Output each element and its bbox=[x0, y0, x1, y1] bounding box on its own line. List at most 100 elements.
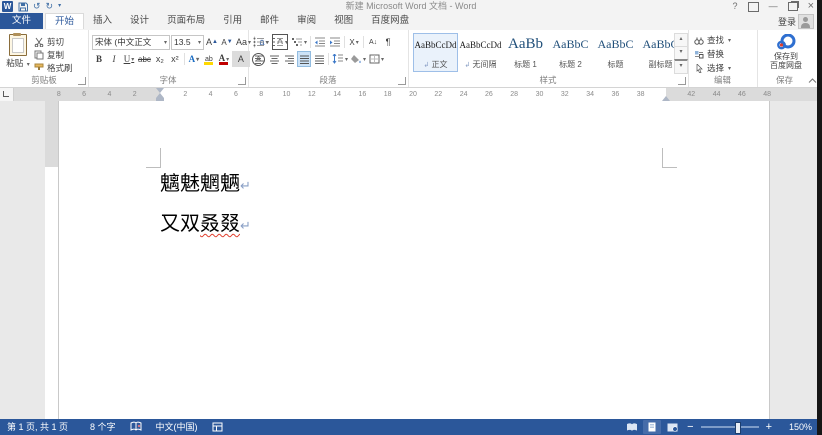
italic-button[interactable]: I bbox=[107, 51, 121, 67]
print-layout-view-icon[interactable] bbox=[643, 420, 661, 434]
word-count-status[interactable]: 8 个字 bbox=[83, 419, 123, 435]
decrease-indent-button[interactable] bbox=[313, 34, 327, 50]
asian-layout-button[interactable]: X▾ bbox=[347, 34, 361, 50]
text-effects-button[interactable]: A▾ bbox=[187, 51, 201, 67]
undo-icon[interactable]: ↺ bbox=[33, 0, 41, 13]
styles-scroll-down-icon[interactable]: ▾ bbox=[674, 46, 688, 60]
font-color-button[interactable]: A▾ bbox=[217, 52, 231, 66]
zoom-slider-thumb[interactable] bbox=[735, 422, 741, 434]
tab-page-layout[interactable]: 页面布局 bbox=[158, 13, 214, 29]
numbering-button[interactable]: ▾ bbox=[271, 34, 289, 50]
ruler-number: 48 bbox=[763, 88, 771, 101]
align-right-button[interactable] bbox=[282, 51, 296, 67]
style-heading1[interactable]: AaBb 标题 1 bbox=[503, 33, 548, 72]
tab-mailings[interactable]: 邮件 bbox=[251, 13, 288, 29]
styles-dialog-launcher[interactable] bbox=[678, 77, 686, 85]
clipboard-dialog-launcher[interactable] bbox=[78, 77, 86, 85]
superscript-button[interactable]: x² bbox=[168, 51, 182, 67]
align-left-button[interactable] bbox=[252, 51, 266, 67]
styles-gallery-more-icon[interactable]: ▾ bbox=[674, 59, 688, 74]
copy-label: 复制 bbox=[47, 49, 64, 61]
show-formatting-marks-button[interactable]: ¶ bbox=[381, 34, 395, 50]
zoom-in-button[interactable]: + bbox=[761, 420, 777, 434]
tab-view[interactable]: 视图 bbox=[325, 13, 362, 29]
increase-indent-button[interactable] bbox=[328, 34, 342, 50]
paragraph-dialog-launcher[interactable] bbox=[398, 77, 406, 85]
zoom-percentage[interactable]: 150% bbox=[777, 422, 812, 432]
subscript-button[interactable]: x₂ bbox=[153, 51, 167, 67]
horizontal-ruler[interactable]: 8642246810121416182022242628303234363842… bbox=[0, 88, 822, 101]
ruler-number: 2 bbox=[183, 88, 187, 101]
tab-references[interactable]: 引用 bbox=[214, 13, 251, 29]
tab-insert[interactable]: 插入 bbox=[84, 13, 121, 29]
tab-baidu-netdisk[interactable]: 百度网盘 bbox=[362, 13, 418, 29]
web-layout-view-icon[interactable] bbox=[663, 420, 681, 434]
copy-button[interactable]: 复制 bbox=[34, 48, 73, 61]
font-size-combobox[interactable]: 13.5 ▾ bbox=[171, 35, 204, 50]
format-painter-label: 格式刷 bbox=[47, 62, 73, 74]
tab-review[interactable]: 审阅 bbox=[288, 13, 325, 29]
word-app-icon[interactable]: W bbox=[2, 1, 13, 12]
ribbon-display-options-icon[interactable] bbox=[748, 2, 759, 12]
cut-button[interactable]: 剪切 bbox=[34, 35, 73, 48]
style-heading2[interactable]: AaBbC 标题 2 bbox=[548, 33, 593, 72]
replace-button[interactable]: 替换 bbox=[694, 47, 731, 61]
tab-home[interactable]: 开始 bbox=[45, 13, 84, 29]
macro-record-icon[interactable] bbox=[205, 419, 230, 435]
margin-crop-mark-right bbox=[662, 148, 677, 168]
minimize-icon[interactable]: — bbox=[769, 0, 778, 13]
redo-icon[interactable]: ↻ bbox=[46, 0, 54, 13]
find-button[interactable]: 查找 ▾ bbox=[694, 33, 731, 47]
ribbon: 粘贴 ▾ 剪切 复制 格式刷 剪贴板 bbox=[0, 30, 822, 88]
font-name-combobox[interactable]: 宋体 (中文正文 ▾ bbox=[92, 35, 170, 50]
zoom-slider[interactable] bbox=[701, 426, 759, 428]
status-bar-right: − + 150% bbox=[622, 419, 822, 435]
proofing-status-icon[interactable] bbox=[123, 419, 149, 435]
font-dialog-launcher[interactable] bbox=[238, 77, 246, 85]
read-mode-view-icon[interactable] bbox=[623, 420, 641, 434]
style-title[interactable]: AaBbC 标题 bbox=[593, 33, 638, 72]
bold-button[interactable]: B bbox=[92, 51, 106, 67]
styles-group: AaBbCcDd ↲ 正文 AaBbCcDd ↲ 无间隔 AaBb 标题 1 A… bbox=[408, 30, 689, 87]
page-number-status[interactable]: 第 1 页, 共 1 页 bbox=[0, 419, 75, 435]
close-icon[interactable]: × bbox=[808, 0, 814, 13]
left-indent-marker[interactable] bbox=[156, 93, 164, 101]
paste-button[interactable]: 粘贴 ▾ bbox=[4, 33, 32, 80]
tab-design[interactable]: 设计 bbox=[121, 13, 158, 29]
tab-selector-button[interactable] bbox=[0, 88, 14, 102]
document-paragraph-2[interactable]: 又双叒叕↵ bbox=[160, 207, 251, 236]
underline-button[interactable]: U▾ bbox=[122, 51, 136, 67]
grow-font-button[interactable]: A▲ bbox=[205, 34, 219, 50]
language-status[interactable]: 中文(中国) bbox=[149, 419, 205, 435]
highlight-color-button[interactable]: ab bbox=[202, 52, 216, 66]
multilevel-list-button[interactable]: ▾ bbox=[290, 34, 308, 50]
line-spacing-button[interactable]: ▾ bbox=[331, 51, 349, 67]
account-avatar[interactable] bbox=[798, 14, 814, 29]
shading-button[interactable]: ▾ bbox=[350, 51, 367, 67]
vertical-ruler[interactable] bbox=[45, 101, 58, 419]
align-center-button[interactable] bbox=[267, 51, 281, 67]
save-to-baidu-netdisk-button[interactable]: 保存到 百度网盘 bbox=[765, 34, 807, 70]
sort-button[interactable]: A↓ bbox=[366, 34, 380, 50]
select-button[interactable]: 选择 ▾ bbox=[694, 61, 731, 75]
style-normal[interactable]: AaBbCcDd ↲ 正文 bbox=[413, 33, 458, 72]
sign-in-link[interactable]: 登录 bbox=[778, 15, 796, 28]
format-painter-button[interactable]: 格式刷 bbox=[34, 61, 73, 74]
tab-file[interactable]: 文件 bbox=[0, 13, 43, 29]
bullets-button[interactable]: ▾ bbox=[252, 34, 270, 50]
style-no-spacing[interactable]: AaBbCcDd ↲ 无间隔 bbox=[458, 33, 503, 72]
customize-qat-icon[interactable]: ▾ bbox=[58, 0, 61, 13]
styles-scroll-up-icon[interactable]: ▴ bbox=[674, 33, 688, 47]
justify-button[interactable] bbox=[297, 51, 311, 67]
strikethrough-button[interactable]: abc bbox=[137, 51, 152, 67]
borders-button[interactable]: ▾ bbox=[368, 51, 385, 67]
help-icon[interactable]: ? bbox=[733, 0, 738, 13]
collapse-ribbon-icon[interactable] bbox=[808, 78, 817, 84]
shrink-font-button[interactable]: A▼ bbox=[220, 34, 234, 50]
ruler-number: 34 bbox=[586, 88, 594, 101]
save-icon[interactable] bbox=[18, 2, 28, 12]
zoom-out-button[interactable]: − bbox=[682, 420, 698, 434]
document-paragraph-1[interactable]: 魑魅魍魉↵ bbox=[160, 167, 251, 196]
distributed-button[interactable] bbox=[312, 51, 326, 67]
restore-icon[interactable] bbox=[788, 2, 798, 11]
